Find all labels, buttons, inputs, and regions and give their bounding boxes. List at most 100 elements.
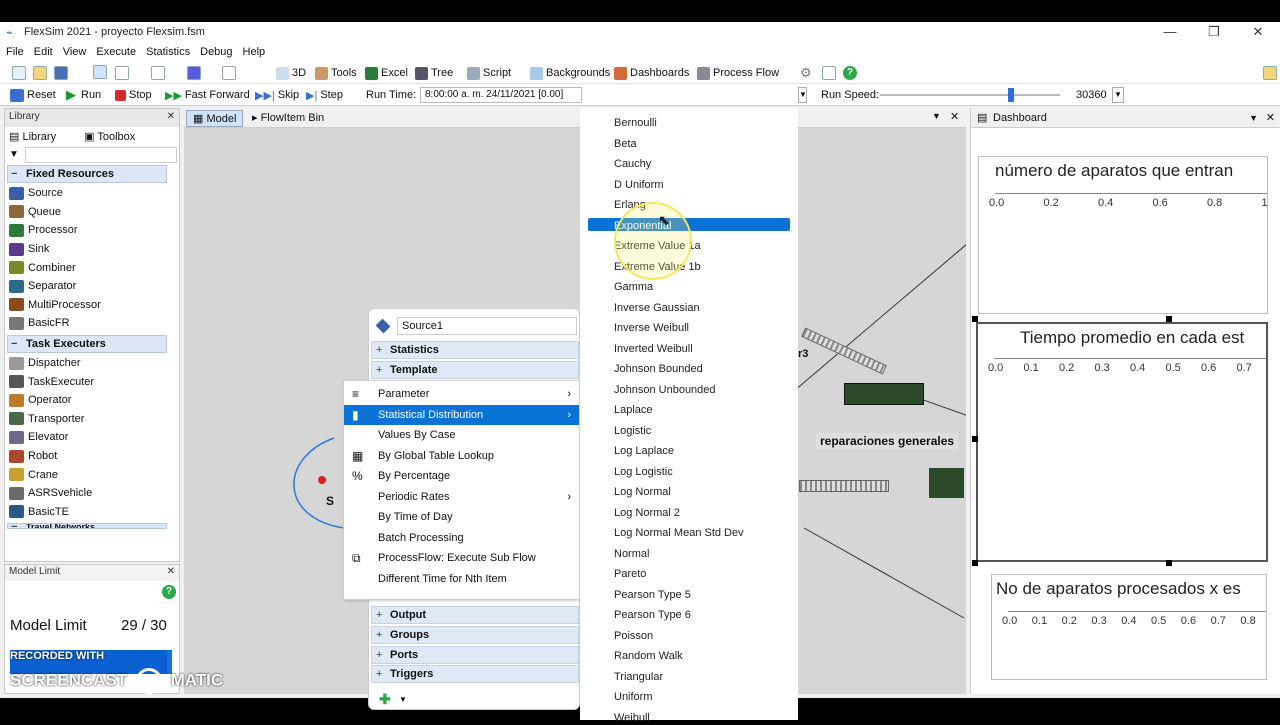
connect-mode-icon[interactable]: [115, 66, 129, 80]
distribution-log-logistic[interactable]: Log Logistic: [614, 465, 673, 479]
menu-debug[interactable]: Debug: [200, 46, 232, 58]
library-search-input[interactable]: [25, 147, 177, 163]
library-item-queue[interactable]: Queue: [5, 203, 179, 222]
resize-handle[interactable]: [972, 316, 978, 322]
distribution-pearson-type-6[interactable]: Pearson Type 6: [614, 608, 691, 622]
section-template[interactable]: Template: [371, 361, 579, 379]
menu-item-statistical-distribution[interactable]: ▮ Statistical Distribution ›: [344, 404, 579, 425]
distribution-logistic[interactable]: Logistic: [614, 424, 651, 438]
reset-button[interactable]: Reset: [10, 87, 56, 103]
close-button[interactable]: ✕: [1238, 22, 1278, 42]
library-item-transporter[interactable]: Transporter: [5, 410, 179, 429]
3d-button[interactable]: 3D: [276, 65, 306, 81]
view-options-icon[interactable]: [222, 66, 236, 80]
menu-file[interactable]: File: [6, 46, 24, 58]
distribution-log-normal[interactable]: Log Normal: [614, 485, 671, 499]
distribution-log-normal-2[interactable]: Log Normal 2: [614, 506, 680, 520]
model-tabs-close-icon[interactable]: ✕: [950, 110, 959, 123]
model-limit-help-icon[interactable]: ?: [162, 585, 176, 599]
distribution-random-walk[interactable]: Random Walk: [614, 649, 683, 663]
fixed-resources-category[interactable]: Fixed Resources: [7, 165, 167, 183]
settings-grid-icon[interactable]: [822, 66, 836, 80]
menu-execute[interactable]: Execute: [96, 46, 136, 58]
library-item-multiprocessor[interactable]: MultiProcessor: [5, 296, 179, 315]
folder-icon[interactable]: [1263, 66, 1277, 80]
library-item-source[interactable]: Source: [5, 184, 179, 203]
run-time-field[interactable]: 8:00:00 a. m. 24/11/2021 [0.00]: [420, 87, 582, 103]
dashboard-close-icon[interactable]: ✕: [1266, 108, 1275, 128]
menu-item-different-time-for-nth-item[interactable]: Different Time for Nth Item: [344, 569, 579, 589]
resize-handle[interactable]: [972, 560, 978, 566]
fast-forward-button[interactable]: ▶▶ Fast Forward: [165, 87, 250, 103]
menu-help[interactable]: Help: [243, 46, 266, 58]
step-button[interactable]: ▶| Step: [306, 87, 343, 103]
script-button[interactable]: Script: [467, 65, 511, 81]
library-item-crane[interactable]: Crane: [5, 465, 179, 484]
distribution-inverted-weibull[interactable]: Inverted Weibull: [614, 342, 693, 356]
library-item-operator[interactable]: Operator: [5, 391, 179, 410]
tab-library[interactable]: ▤ Library: [9, 130, 70, 143]
distribution-inverse-gaussian[interactable]: Inverse Gaussian: [614, 301, 700, 315]
library-item-separator[interactable]: Separator: [5, 277, 179, 296]
tree-button[interactable]: Tree: [415, 65, 453, 81]
run-speed-slider-thumb[interactable]: [1008, 88, 1014, 102]
distribution-laplace[interactable]: Laplace: [614, 403, 653, 417]
minimize-button[interactable]: —: [1150, 22, 1190, 42]
tab-model[interactable]: ▦ Model: [186, 110, 244, 127]
menu-item-processflow-execute-sub-flow[interactable]: ⧉ ProcessFlow: Execute Sub Flow: [344, 548, 579, 568]
run-button[interactable]: ▶ Run: [66, 87, 101, 103]
resize-handle[interactable]: [972, 436, 978, 442]
resize-handle[interactable]: [1166, 560, 1172, 566]
distribution-bernoulli[interactable]: Bernoulli: [614, 116, 657, 130]
gear-icon[interactable]: ⚙: [800, 65, 812, 81]
distribution-d-uniform[interactable]: D Uniform: [614, 178, 664, 192]
section-triggers[interactable]: Triggers: [371, 665, 579, 683]
menu-item-periodic-rates[interactable]: Periodic Rates ›: [344, 487, 579, 507]
menu-item-by-time-of-day[interactable]: By Time of Day: [344, 507, 579, 527]
distribution-johnson-bounded[interactable]: Johnson Bounded: [614, 362, 703, 376]
shape-icon[interactable]: [187, 66, 201, 80]
distribution-inverse-weibull[interactable]: Inverse Weibull: [614, 321, 689, 335]
library-item-combiner[interactable]: Combiner: [5, 258, 179, 277]
library-item-sink[interactable]: Sink: [5, 240, 179, 259]
dashboards-button[interactable]: Dashboards: [614, 65, 689, 81]
library-item-taskexecuter[interactable]: TaskExecuter: [5, 372, 179, 391]
section-statistics[interactable]: Statistics: [371, 341, 579, 359]
save-icon[interactable]: [54, 66, 68, 80]
library-item-basicfr[interactable]: BasicFR: [5, 314, 179, 333]
distribution-triangular[interactable]: Triangular: [614, 670, 663, 684]
menu-item-by-percentage[interactable]: % By Percentage: [344, 466, 579, 486]
model-tabs-dropdown-icon[interactable]: ▼: [932, 111, 941, 121]
maximize-button[interactable]: ❐: [1194, 22, 1234, 42]
library-item-processor[interactable]: Processor: [5, 221, 179, 240]
run-speed-dropdown-icon[interactable]: ▼: [1112, 87, 1124, 103]
menu-item-batch-processing[interactable]: Batch Processing: [344, 528, 579, 548]
process-flow-button[interactable]: Process Flow: [697, 65, 779, 81]
distribution-johnson-unbounded[interactable]: Johnson Unbounded: [614, 383, 716, 397]
distribution-uniform[interactable]: Uniform: [614, 690, 653, 704]
distribution-pearson-type-5[interactable]: Pearson Type 5: [614, 588, 691, 602]
select-mode-icon[interactable]: [93, 65, 107, 79]
resize-handle[interactable]: [1166, 316, 1172, 322]
distribution-gamma[interactable]: Gamma: [614, 280, 653, 294]
open-file-icon[interactable]: [33, 66, 47, 80]
task-executers-category[interactable]: Task Executers: [7, 334, 167, 353]
library-item-asrsvehicle[interactable]: ASRSvehicle: [5, 484, 179, 503]
tab-flowitem-bin[interactable]: ▸ FlowItem Bin: [246, 110, 330, 127]
library-item-dispatcher[interactable]: Dispatcher: [5, 354, 179, 373]
chart-aparatos-procesados[interactable]: No de aparatos procesados x es 0.0 0.1 0.2…: [991, 574, 1267, 680]
menu-edit[interactable]: Edit: [34, 46, 53, 58]
library-item-elevator[interactable]: Elevator: [5, 428, 179, 447]
tab-toolbox[interactable]: ▣ Toolbox: [84, 130, 149, 143]
add-trigger-dropdown-icon[interactable]: ▼: [399, 695, 407, 704]
chart-tiempo-promedio[interactable]: Tiempo promedio en cada est 0.0 0.1 0.2 0.3…: [976, 322, 1268, 562]
run-speed-slider-track[interactable]: [880, 94, 1060, 96]
library-close-icon[interactable]: ✕: [167, 111, 175, 122]
menu-item-parameter[interactable]: ≡ Parameter ›: [344, 384, 579, 404]
chart-aparatos-entran[interactable]: número de aparatos que entran 0.0 0.2 0.4 0…: [978, 156, 1268, 314]
grouping-icon[interactable]: [151, 66, 165, 80]
new-file-icon[interactable]: [12, 66, 26, 80]
backgrounds-button[interactable]: Backgrounds: [530, 65, 610, 81]
menu-item-values-by-case[interactable]: Values By Case: [344, 425, 579, 445]
travel-networks-category[interactable]: Travel Networks: [7, 523, 167, 530]
